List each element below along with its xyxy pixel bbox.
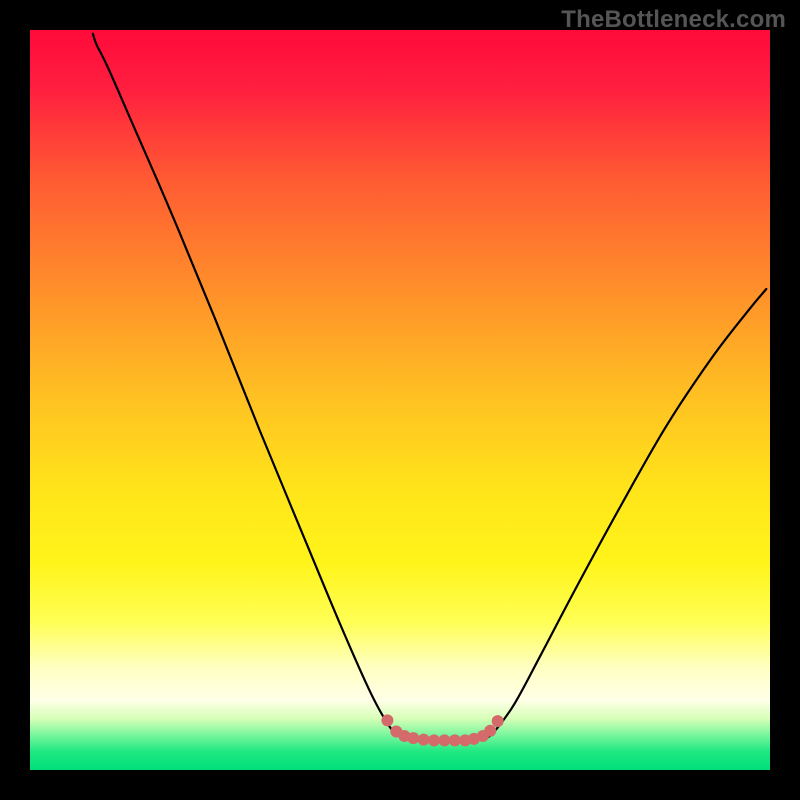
optimal-band-dot [492, 715, 504, 727]
chart-frame: TheBottleneck.com [0, 0, 800, 800]
optimal-band-dot [428, 734, 440, 746]
optimal-band-dot [484, 725, 496, 737]
optimal-band-dot [438, 734, 450, 746]
optimal-band-dot [381, 714, 393, 726]
bottleneck-chart [0, 0, 800, 800]
optimal-band-dot [407, 732, 419, 744]
optimal-band-dot [418, 734, 430, 746]
optimal-band-dot [449, 734, 461, 746]
watermark-text: TheBottleneck.com [561, 6, 786, 34]
